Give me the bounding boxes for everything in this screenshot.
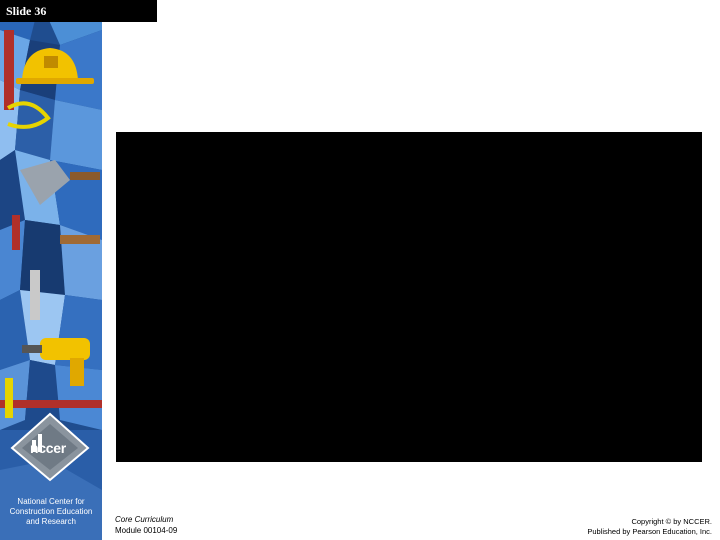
copyright-line-1: Copyright © by NCCER. bbox=[631, 517, 712, 526]
course-name: Core Curriculum bbox=[115, 515, 174, 524]
mosaic-sidebar: nccer National Center for Construction E… bbox=[0, 0, 102, 540]
video-content-area[interactable] bbox=[116, 132, 702, 462]
organization-name: National Center for Construction Educati… bbox=[9, 497, 93, 526]
slide-number-label: Slide 36 bbox=[0, 0, 157, 22]
nccer-logo-text: nccer bbox=[30, 440, 66, 456]
course-info: Core Curriculum Module 00104-09 bbox=[115, 514, 177, 536]
module-number: Module 00104-09 bbox=[115, 526, 178, 535]
copyright-line-2: Published by Pearson Education, Inc. bbox=[587, 527, 712, 536]
copyright-notice: Copyright © by NCCER. Published by Pears… bbox=[587, 517, 712, 537]
